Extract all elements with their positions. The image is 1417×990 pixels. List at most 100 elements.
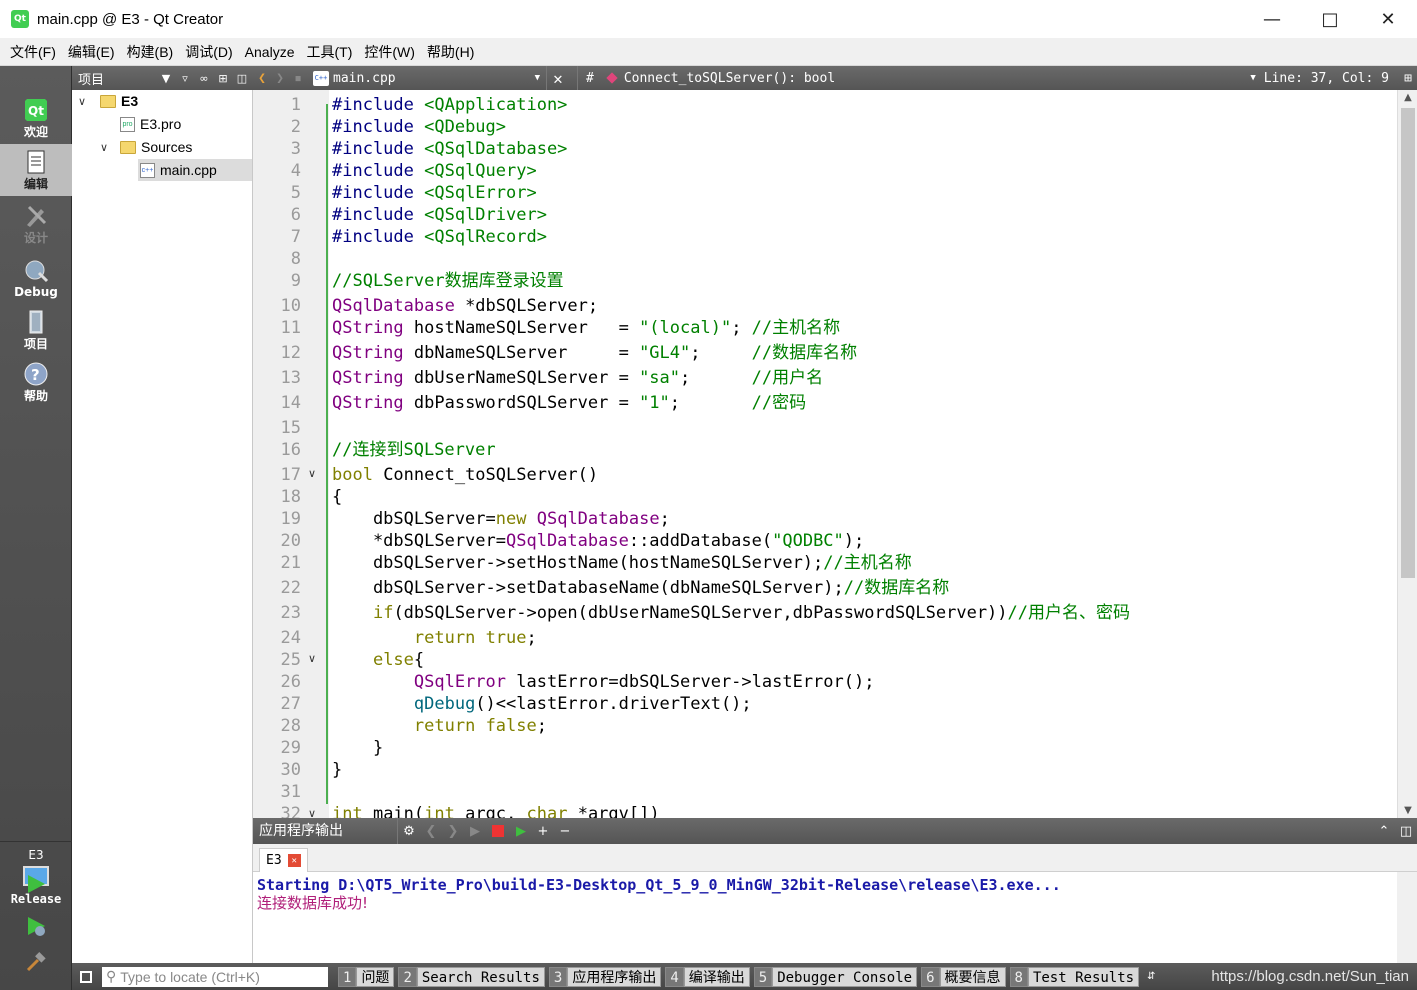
close-pane-icon[interactable]: ◫ [1395, 824, 1417, 839]
mode-help[interactable]: ? 帮助 [0, 356, 72, 408]
debug-run-button[interactable] [24, 914, 48, 938]
pane-button-compile-output[interactable]: 4 编译输出 [665, 966, 750, 987]
toggle-sidebar-icon[interactable] [80, 970, 92, 983]
attach-debugger-icon[interactable]: ⚙ [398, 824, 420, 839]
fold-arrow-icon[interactable]: ∨ [308, 802, 320, 818]
output-line-start: Starting D:\QT5_Write_Pro\build-E3-Deskt… [257, 876, 1061, 894]
back-arrow-icon[interactable]: ❮ [253, 71, 271, 86]
code-line-23: if(dbSQLServer->open(dbUserNameSQLServer… [372, 603, 1131, 623]
zoom-out-icon[interactable]: − [554, 824, 576, 839]
output-tab-bar: E3 ✕ [253, 844, 1417, 872]
chevron-down-icon[interactable]: ∨ [100, 141, 114, 154]
window-title: main.cpp @ E3 - Qt Creator [37, 10, 224, 28]
menu-file[interactable]: 文件(F) [4, 42, 62, 62]
rerun-icon[interactable]: ▶ [464, 824, 486, 839]
forward-arrow-icon[interactable]: ❯ [271, 71, 289, 86]
more-panes-icon[interactable]: ⇵ [1147, 971, 1155, 982]
cpp-file-icon: C++ [313, 70, 329, 86]
scroll-up-icon[interactable]: ▲ [1398, 92, 1417, 103]
pane-button-search-results[interactable]: 2 Search Results [398, 966, 545, 987]
close-panel-icon[interactable]: ◫ [234, 72, 250, 85]
line-number: 14 [280, 393, 301, 413]
symbol-combo[interactable]: Connect_toSQLServer(): bool ▼ [602, 71, 1264, 86]
mode-design[interactable]: 设计 [0, 198, 72, 250]
pane-button-app-output[interactable]: 3 应用程序输出 [548, 966, 662, 987]
menu-analyze[interactable]: Analyze [239, 44, 301, 60]
output-pane-title: 应用程序输出 [253, 818, 398, 844]
pane-button-debugger-console[interactable]: 5 Debugger Console [753, 966, 918, 987]
code-line-11: QString hostNameSQLServer = "(local)"; /… [332, 318, 841, 338]
prev-item-icon[interactable]: ❮ [420, 824, 442, 839]
line-number: 32 [280, 804, 301, 818]
scroll-down-icon[interactable]: ▼ [1398, 805, 1417, 816]
filter-icon[interactable]: ▿ [177, 72, 193, 85]
code-text[interactable]: #include <QApplication> #include <QDebug… [332, 90, 1392, 818]
line-number: 28 [280, 716, 301, 736]
output-text[interactable]: Starting D:\QT5_Write_Pro\build-E3-Deskt… [253, 872, 1417, 963]
code-editor[interactable]: 1 2 3 4 5 6 7 8 9 10 11 12 13 14 15 16 17 18 19 20 21 22 23 24 2… [253, 90, 1417, 818]
code-line-5: #include <QSqlError> [332, 183, 537, 203]
cursor-position[interactable]: Line: 37, Col: 9 [1264, 71, 1389, 86]
project-panel-header: 项目 ▼ ▿ ∞ ⊞ ◫ [72, 66, 253, 90]
code-line-10: QSqlDatabase *dbSQLServer; [332, 296, 599, 316]
debug-run-icon[interactable]: ▶ [510, 824, 532, 839]
run-button[interactable] [24, 872, 48, 896]
line-number: 3 [290, 139, 301, 159]
line-number: 18 [280, 487, 301, 507]
menu-tools[interactable]: 工具(T) [300, 42, 358, 62]
mode-debug[interactable]: Debug [0, 252, 72, 304]
build-button[interactable] [24, 950, 48, 974]
line-number: 6 [290, 205, 301, 225]
pane-button-test-results[interactable]: 8 Test Results [1009, 966, 1140, 987]
output-tab-e3[interactable]: E3 ✕ [259, 848, 308, 872]
code-line-22: dbSQLServer->setDatabaseName(dbNameSQLSe… [332, 578, 950, 598]
line-number: 10 [280, 296, 301, 316]
split-editor-icon[interactable]: ⊞ [1399, 71, 1417, 86]
maximize-button[interactable]: □ [1301, 0, 1359, 38]
run-play-icon [28, 875, 45, 893]
menu-debug[interactable]: 调试(D) [179, 42, 238, 62]
close-document-icon[interactable]: ✕ [547, 69, 569, 88]
split-icon[interactable]: ⊞ [215, 72, 231, 85]
code-line-19: dbSQLServer=new QSqlDatabase; [332, 509, 670, 529]
code-line-30: } [332, 760, 343, 780]
mode-welcome[interactable]: Qt 欢迎 [0, 92, 72, 144]
next-item-icon[interactable]: ❯ [442, 824, 464, 839]
close-tab-icon[interactable]: ✕ [287, 854, 301, 867]
close-button[interactable]: ✕ [1359, 0, 1417, 38]
mode-sidebar: Qt 欢迎 编辑 设计 Debug 项目 ? 帮助 E3 Release [0, 66, 72, 990]
minimize-button[interactable]: — [1243, 0, 1301, 38]
chevron-down-icon[interactable]: ∨ [78, 95, 92, 108]
code-line-21: dbSQLServer->setHostName(hostNameSQLServ… [332, 553, 912, 573]
pane-button-issues[interactable]: 1 问题 [338, 966, 395, 987]
menu-help[interactable]: 帮助(H) [421, 42, 480, 62]
link-icon[interactable]: ∞ [196, 72, 212, 85]
tree-item-main-cpp[interactable]: c++ main.cpp [138, 159, 252, 181]
stop-icon[interactable] [492, 825, 504, 837]
menu-edit[interactable]: 编辑(E) [62, 42, 121, 62]
tree-item-pro-file[interactable]: pro E3.pro [120, 113, 181, 135]
menu-controls[interactable]: 控件(W) [358, 42, 421, 62]
mode-edit[interactable]: 编辑 [0, 144, 72, 196]
hammer-icon [26, 952, 46, 972]
fold-arrow-icon[interactable]: ∨ [308, 462, 320, 486]
locator-input[interactable]: ⚲ Type to locate (Ctrl+K) [102, 966, 328, 987]
tree-item-sources[interactable]: ∨ Sources [100, 136, 192, 158]
pane-button-general-messages[interactable]: 6 概要信息 [921, 966, 1006, 987]
maximize-pane-icon[interactable]: ⌃ [1373, 824, 1395, 839]
open-documents-combo[interactable]: C++ main.cpp ▼ [307, 66, 547, 90]
line-number: 24 [280, 628, 301, 648]
dropdown-arrow-icon[interactable]: ▼ [158, 72, 174, 85]
line-number: 13 [280, 368, 301, 388]
mode-projects[interactable]: 项目 [0, 304, 72, 356]
tree-item-project[interactable]: ∨ E3 [78, 90, 138, 112]
zoom-in-icon[interactable]: + [532, 824, 554, 839]
menu-build[interactable]: 构建(B) [121, 42, 180, 62]
project-panel-title[interactable]: 项目 [78, 69, 158, 88]
editor-vertical-scrollbar[interactable]: ▲ ▼ [1397, 90, 1417, 818]
line-number: 20 [280, 531, 301, 551]
fold-arrow-icon[interactable]: ∨ [308, 647, 320, 671]
output-scrollbar[interactable] [1397, 872, 1417, 963]
window-controls: — □ ✕ [1243, 0, 1417, 38]
scrollbar-thumb[interactable] [1401, 108, 1415, 578]
